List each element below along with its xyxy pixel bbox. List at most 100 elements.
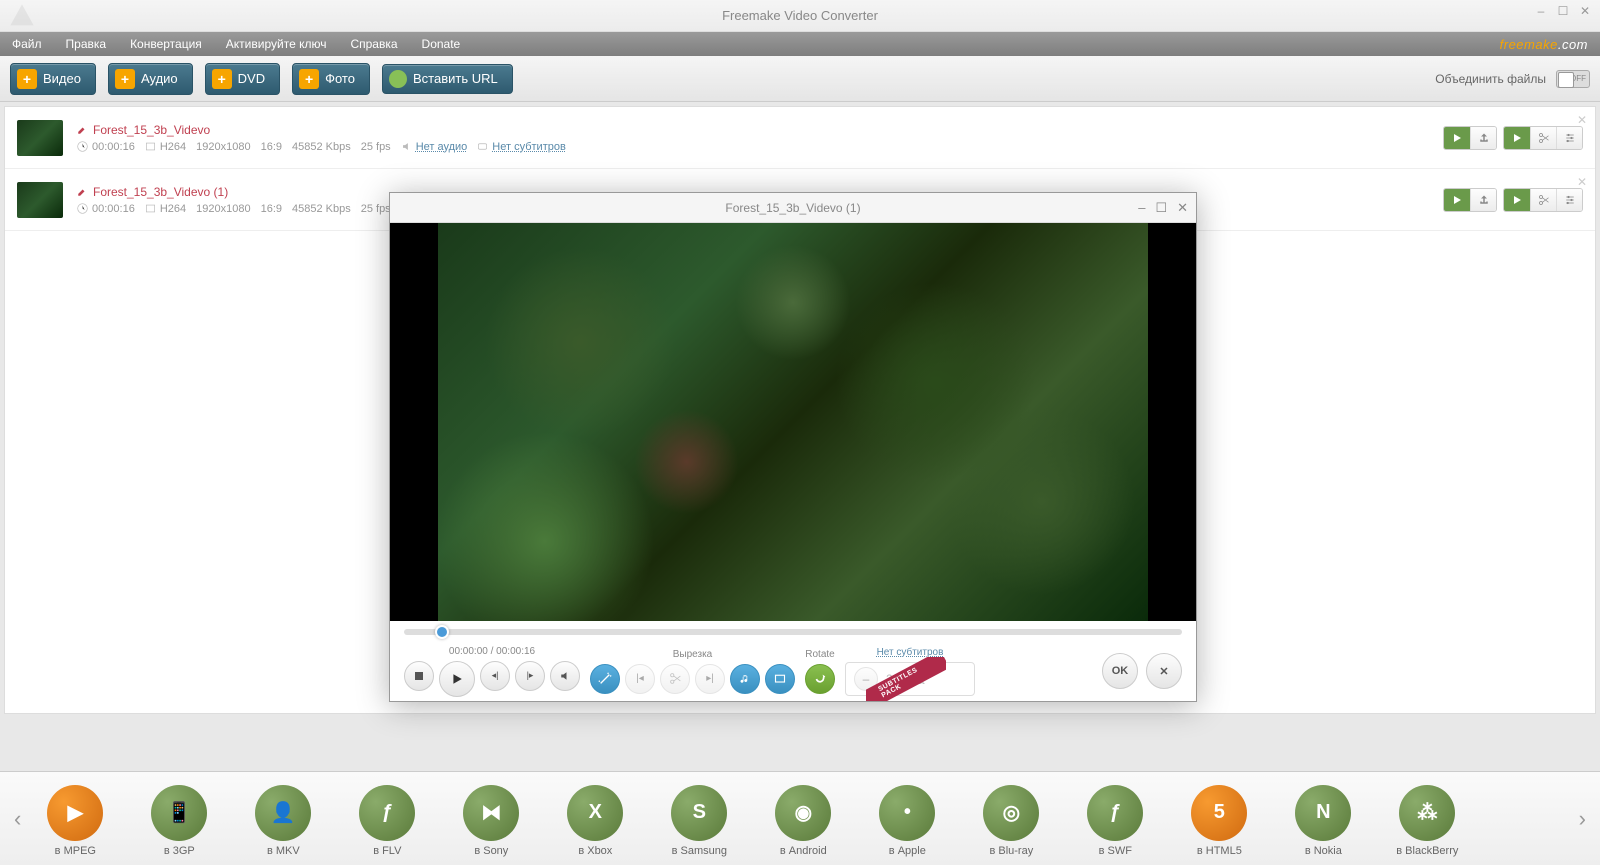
sliders-icon — [1564, 132, 1576, 144]
format-label: в Blu-ray — [963, 845, 1059, 857]
plus-icon: + — [115, 69, 135, 89]
seek-bar[interactable] — [390, 621, 1196, 641]
preview-minimize-button[interactable]: – — [1138, 200, 1145, 216]
sub-minus-button[interactable]: – — [854, 667, 878, 691]
format-icon: ƒ — [359, 785, 415, 841]
remove-file-button[interactable]: ✕ — [1575, 113, 1589, 127]
window-close-button[interactable]: ✕ — [1578, 4, 1592, 18]
window-minimize-button[interactable]: – — [1534, 4, 1548, 18]
cut-start-button[interactable]: |◂ — [625, 664, 655, 694]
format-label: в 3GP — [131, 845, 227, 857]
format-item[interactable]: ⧓в Sony — [443, 785, 539, 857]
subtitle-controls[interactable]: – 20 Aa — [845, 662, 975, 696]
prev-frame-button[interactable]: ◂| — [480, 661, 510, 691]
menu-convert[interactable]: Конвертация — [130, 37, 202, 51]
format-item[interactable]: 👤в MKV — [235, 785, 331, 857]
cut-screen-button[interactable] — [765, 664, 795, 694]
formats-scroll-left[interactable]: ‹ — [8, 806, 27, 832]
file-meta: 00:00:16 H264 1920x1080 16:9 45852 Kbps … — [77, 141, 1443, 153]
cut-scissors-button[interactable] — [660, 664, 690, 694]
app-logo-icon — [8, 2, 36, 30]
cut-music-button[interactable] — [730, 664, 760, 694]
clock-icon — [77, 203, 88, 214]
format-label: в SWF — [1067, 845, 1163, 857]
format-icon: ◉ — [775, 785, 831, 841]
cut-button[interactable] — [1530, 127, 1556, 149]
remove-file-button[interactable]: ✕ — [1575, 175, 1589, 189]
join-files-label: Объединить файлы — [1435, 72, 1546, 86]
video-canvas[interactable] — [390, 223, 1196, 621]
format-item[interactable]: 📱 в 3GP — [131, 785, 227, 857]
format-label: в FLV — [339, 845, 435, 857]
speaker-icon — [401, 141, 412, 152]
format-icon: • — [879, 785, 935, 841]
menu-activate[interactable]: Активируйте ключ — [226, 37, 327, 51]
preview-title: Forest_15_3b_Videvo (1) — [725, 201, 860, 215]
export-icon — [1478, 132, 1490, 144]
cut-end-button[interactable]: ▸| — [695, 664, 725, 694]
play-button[interactable] — [1444, 189, 1470, 211]
file-row[interactable]: Forest_15_3b_Videvo 00:00:16 H264 1920x1… — [5, 107, 1595, 169]
volume-button[interactable] — [550, 661, 580, 691]
preview-window: Forest_15_3b_Videvo (1) – ☐ ✕ 00:00:00 /… — [389, 192, 1197, 702]
settings-button[interactable] — [1556, 189, 1582, 211]
format-label: в Sony — [443, 845, 539, 857]
format-item[interactable]: ◎в Blu-ray — [963, 785, 1059, 857]
next-frame-button[interactable]: |▸ — [515, 661, 545, 691]
format-item[interactable]: ƒв SWF — [1067, 785, 1163, 857]
formats-bar: ‹ ▶в MPEG 📱 в 3GP 👤в MKV ƒ в FLV ⧓в SonyXв Xbo… — [0, 771, 1600, 865]
subtitle-icon — [477, 141, 488, 152]
menu-edit[interactable]: Правка — [66, 37, 107, 51]
seek-handle[interactable] — [435, 625, 449, 639]
file-title: Forest_15_3b_Videvo (1) — [93, 185, 228, 199]
format-item[interactable]: Xв Xbox — [547, 785, 643, 857]
video-frame — [438, 223, 1147, 621]
format-item[interactable]: ◉в Android — [755, 785, 851, 857]
app-title: Freemake Video Converter — [722, 8, 878, 23]
preview-maximize-button[interactable]: ☐ — [1155, 200, 1167, 216]
format-icon: 5 — [1191, 785, 1247, 841]
preview-button[interactable] — [1504, 127, 1530, 149]
audio-link[interactable]: Нет аудио — [416, 141, 468, 153]
cut-button[interactable] — [1530, 189, 1556, 211]
add-photo-button[interactable]: +Фото — [292, 63, 370, 95]
format-label: в HTML5 — [1171, 845, 1267, 857]
add-dvd-button[interactable]: +DVD — [205, 63, 280, 95]
preview-close-button[interactable]: ✕ — [1177, 200, 1188, 216]
add-video-button[interactable]: +Видео — [10, 63, 96, 95]
format-item[interactable]: • в Apple — [859, 785, 955, 857]
format-item[interactable]: ▶в MPEG — [27, 785, 123, 857]
format-label: в Apple — [859, 845, 955, 857]
play-pause-button[interactable] — [439, 661, 475, 697]
cut-auto-button[interactable] — [590, 664, 620, 694]
paste-url-button[interactable]: Вставить URL — [382, 64, 513, 94]
formats-scroll-right[interactable]: › — [1573, 806, 1592, 832]
format-item[interactable]: 5 в HTML5 — [1171, 785, 1267, 857]
format-item[interactable]: ƒ в FLV — [339, 785, 435, 857]
format-item[interactable]: Nв Nokia — [1275, 785, 1371, 857]
export-button[interactable] — [1470, 189, 1496, 211]
export-button[interactable] — [1470, 127, 1496, 149]
join-files-toggle[interactable]: OFF — [1556, 70, 1590, 88]
play-button[interactable] — [1444, 127, 1470, 149]
preview-button[interactable] — [1504, 189, 1530, 211]
sliders-icon — [1564, 194, 1576, 206]
stop-button[interactable] — [404, 661, 434, 691]
ok-button[interactable]: OK — [1102, 653, 1138, 689]
window-maximize-button[interactable]: ☐ — [1556, 4, 1570, 18]
brand-link[interactable]: freemake.com — [1500, 37, 1588, 52]
format-icon: 📱 — [151, 785, 207, 841]
export-icon — [1478, 194, 1490, 206]
format-item[interactable]: Sв Samsung — [651, 785, 747, 857]
menu-donate[interactable]: Donate — [422, 37, 461, 51]
format-label: в MPEG — [27, 845, 123, 857]
rotate-button[interactable] — [805, 664, 835, 694]
add-audio-button[interactable]: +Аудио — [108, 63, 193, 95]
subtitle-link[interactable]: Нет субтитров — [492, 141, 566, 153]
menu-help[interactable]: Справка — [350, 37, 397, 51]
settings-button[interactable] — [1556, 127, 1582, 149]
cancel-button[interactable]: ✕ — [1146, 653, 1182, 689]
file-thumbnail — [17, 182, 63, 218]
format-item[interactable]: ⁂в BlackBerry — [1379, 785, 1475, 857]
menu-file[interactable]: Файл — [12, 37, 42, 51]
